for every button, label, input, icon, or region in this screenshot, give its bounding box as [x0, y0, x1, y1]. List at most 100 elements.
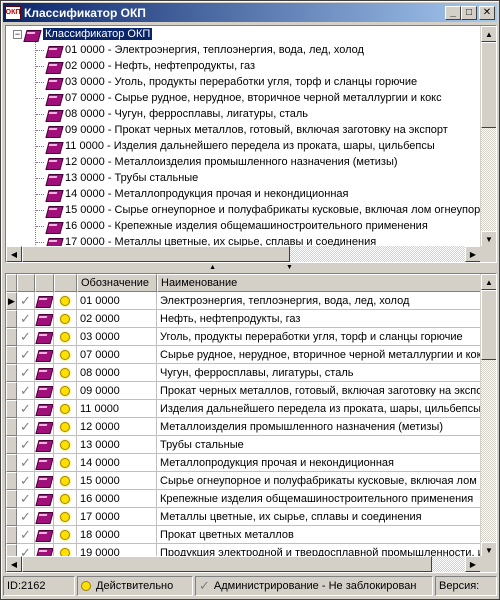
- grid-hscroll-track[interactable]: [432, 556, 465, 572]
- row-indicator[interactable]: [6, 490, 17, 508]
- row-name[interactable]: Металлы цветные, их сырье, сплавы и соед…: [157, 508, 481, 526]
- pane-splitter[interactable]: ▲ ▼: [5, 264, 497, 271]
- splitter-up-arrow-icon[interactable]: ▲: [209, 264, 216, 271]
- tree-node[interactable]: 14 0000 - Металлопродукция прочая и неко…: [46, 186, 349, 202]
- table-row[interactable]: ✓ 02 0000 Нефть, нефтепродукты, газ: [6, 310, 481, 328]
- row-code[interactable]: 03 0000: [77, 328, 157, 346]
- row-name[interactable]: Изделия дальнейшего передела из проката,…: [157, 400, 481, 418]
- table-row[interactable]: ✓ 16 0000 Крепежные изделия общемашиностро…: [6, 490, 481, 508]
- title-bar[interactable]: ОКП Классификатор ОКП _ □ ✕: [3, 3, 497, 22]
- tree-node[interactable]: 07 0000 - Сырье рудное, нерудное, вторич…: [46, 90, 442, 106]
- row-indicator[interactable]: [6, 328, 17, 346]
- scroll-thumb[interactable]: [481, 42, 496, 128]
- table-row[interactable]: ✓ 03 0000 Уголь, продукты переработки угля…: [6, 328, 481, 346]
- row-indicator[interactable]: [6, 310, 17, 328]
- row-name[interactable]: Металлопродукция прочая и некондиционная: [157, 454, 481, 472]
- table-row[interactable]: ✓ 14 0000 Металлопродукция прочая и неконд…: [6, 454, 481, 472]
- row-name[interactable]: Электроэнергия, теплоэнергия, вода, лед,…: [157, 292, 481, 310]
- row-code[interactable]: 18 0000: [77, 526, 157, 544]
- type-column-header[interactable]: [35, 274, 54, 292]
- row-code[interactable]: 09 0000: [77, 382, 157, 400]
- scroll-track[interactable]: [481, 128, 496, 231]
- row-name[interactable]: Крепежные изделия общемашиностроительног…: [157, 490, 481, 508]
- table-row[interactable]: ✓ 13 0000 Трубы стальные: [6, 436, 481, 454]
- row-indicator[interactable]: [6, 454, 17, 472]
- tree-node[interactable]: 16 0000 - Крепежные изделия общемашиност…: [46, 218, 428, 234]
- table-row[interactable]: ✓ 17 0000 Металлы цветные, их сырье, сплав…: [6, 508, 481, 526]
- tree-root[interactable]: Классификатор ОКП: [24, 26, 153, 42]
- tree-node[interactable]: 13 0000 - Трубы стальные: [46, 170, 198, 186]
- row-code[interactable]: 07 0000: [77, 346, 157, 364]
- classifier-tree[interactable]: − Классификатор ОКП 01 0000 - Электроэне…: [5, 25, 497, 263]
- table-row[interactable]: ▶ ✓ 01 0000 Электроэнергия, теплоэнергия, в…: [6, 292, 481, 310]
- tree-node[interactable]: 03 0000 - Уголь, продукты переработки уг…: [46, 74, 417, 90]
- row-code[interactable]: 14 0000: [77, 454, 157, 472]
- row-code[interactable]: 15 0000: [77, 472, 157, 490]
- scroll-left-button[interactable]: ◀: [6, 246, 22, 262]
- table-row[interactable]: ✓ 18 0000 Прокат цветных металлов: [6, 526, 481, 544]
- row-check-cell[interactable]: ✓: [17, 436, 35, 454]
- table-row[interactable]: ✓ 15 0000 Сырье огнеупорное и полуфабрикат…: [6, 472, 481, 490]
- row-check-cell[interactable]: ✓: [17, 382, 35, 400]
- row-indicator[interactable]: [6, 364, 17, 382]
- row-check-cell[interactable]: ✓: [17, 310, 35, 328]
- status-column-header[interactable]: [54, 274, 77, 292]
- items-grid[interactable]: Обозначение Наименование ▶ ✓ 01 0000 Электр…: [5, 273, 497, 573]
- grid-scroll-left-button[interactable]: ◀: [6, 556, 22, 572]
- tree-horizontal-scrollbar[interactable]: ◀ ▶: [6, 246, 481, 262]
- maximize-button[interactable]: □: [461, 5, 477, 20]
- tree-vertical-scrollbar[interactable]: ▲ ▼: [480, 26, 496, 247]
- row-indicator[interactable]: [6, 526, 17, 544]
- check-column-header[interactable]: [17, 274, 35, 292]
- minimize-button[interactable]: _: [445, 5, 461, 20]
- close-button[interactable]: ✕: [479, 5, 495, 20]
- row-name[interactable]: Уголь, продукты переработки угля, торф и…: [157, 328, 481, 346]
- grid-hscroll-thumb[interactable]: [22, 556, 432, 572]
- row-check-cell[interactable]: ✓: [17, 526, 35, 544]
- tree-node[interactable]: 12 0000 - Металлоизделия промышленного н…: [46, 154, 398, 170]
- row-indicator[interactable]: ▶: [6, 292, 17, 310]
- tree-node[interactable]: 01 0000 - Электроэнергия, теплоэнергия, …: [46, 42, 364, 58]
- row-code[interactable]: 11 0000: [77, 400, 157, 418]
- grid-scroll-up-button[interactable]: ▲: [481, 274, 496, 290]
- row-name[interactable]: Металлоизделия промышленного назначения …: [157, 418, 481, 436]
- row-check-cell[interactable]: ✓: [17, 292, 35, 310]
- splitter-down-arrow-icon[interactable]: ▼: [286, 264, 293, 271]
- scroll-right-button[interactable]: ▶: [465, 246, 481, 262]
- name-column-header[interactable]: Наименование: [157, 274, 481, 292]
- row-check-cell[interactable]: ✓: [17, 490, 35, 508]
- row-check-cell[interactable]: ✓: [17, 454, 35, 472]
- row-check-cell[interactable]: ✓: [17, 400, 35, 418]
- row-indicator[interactable]: [6, 400, 17, 418]
- indicator-column-header[interactable]: [6, 274, 17, 292]
- row-indicator[interactable]: [6, 472, 17, 490]
- table-row[interactable]: ✓ 07 0000 Сырье рудное, нерудное, вторично…: [6, 346, 481, 364]
- hscroll-track[interactable]: [290, 246, 465, 262]
- row-indicator[interactable]: [6, 346, 17, 364]
- row-code[interactable]: 02 0000: [77, 310, 157, 328]
- row-code[interactable]: 12 0000: [77, 418, 157, 436]
- hscroll-thumb[interactable]: [22, 246, 290, 262]
- table-row[interactable]: ✓ 09 0000 Прокат черных металлов, готовый,…: [6, 382, 481, 400]
- tree-node[interactable]: 09 0000 - Прокат черных металлов, готовы…: [46, 122, 448, 138]
- code-column-header[interactable]: Обозначение: [77, 274, 157, 292]
- tree-node[interactable]: 02 0000 - Нефть, нефтепродукты, газ: [46, 58, 255, 74]
- row-name[interactable]: Нефть, нефтепродукты, газ: [157, 310, 481, 328]
- scroll-up-button[interactable]: ▲: [481, 26, 496, 42]
- row-code[interactable]: 17 0000: [77, 508, 157, 526]
- table-row[interactable]: ✓ 08 0000 Чугун, ферросплавы, лигатуры, ст…: [6, 364, 481, 382]
- scroll-down-button[interactable]: ▼: [481, 231, 496, 247]
- grid-horizontal-scrollbar[interactable]: ◀ ▶: [6, 556, 481, 572]
- row-indicator[interactable]: [6, 382, 17, 400]
- row-name[interactable]: Прокат черных металлов, готовый, включая…: [157, 382, 481, 400]
- table-row[interactable]: ✓ 11 0000 Изделия дальнейшего передела из …: [6, 400, 481, 418]
- tree-node[interactable]: 08 0000 - Чугун, ферросплавы, лигатуры, …: [46, 106, 308, 122]
- row-code[interactable]: 01 0000: [77, 292, 157, 310]
- row-check-cell[interactable]: ✓: [17, 328, 35, 346]
- tree-node[interactable]: 11 0000 - Изделия дальнейшего передела и…: [46, 138, 435, 154]
- tree-collapse-toggle[interactable]: −: [13, 30, 22, 39]
- row-code[interactable]: 13 0000: [77, 436, 157, 454]
- row-name[interactable]: Сырье рудное, нерудное, вторичное черной…: [157, 346, 481, 364]
- row-indicator[interactable]: [6, 436, 17, 454]
- row-check-cell[interactable]: ✓: [17, 418, 35, 436]
